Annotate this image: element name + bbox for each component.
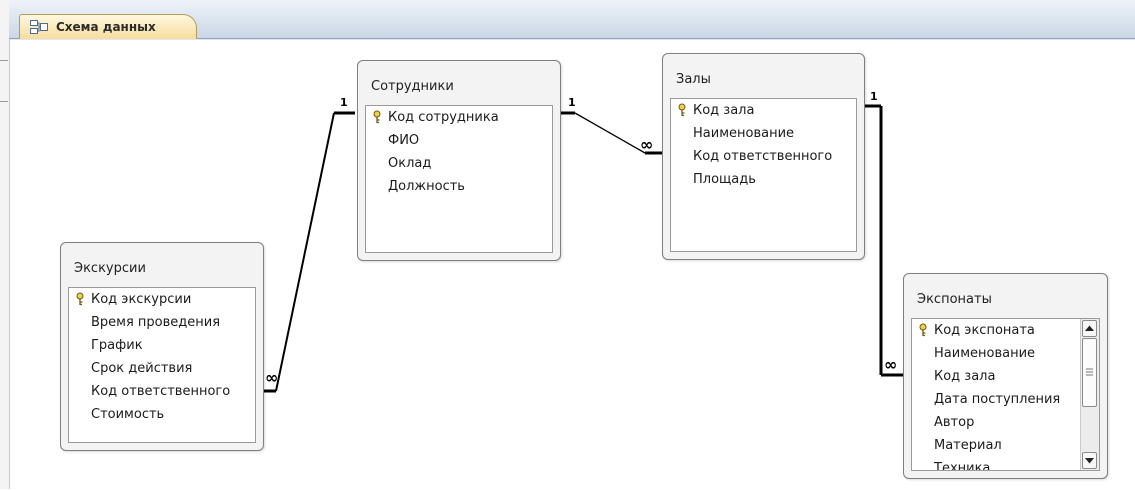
many-side-label: ∞: [640, 135, 653, 154]
tab-label: Схема данных: [56, 20, 156, 34]
field-item[interactable]: График: [91, 338, 255, 354]
field-item[interactable]: Оклад: [388, 156, 548, 172]
relationship-sotrudniki-ekskursii[interactable]: 1 ∞: [262, 96, 355, 393]
table-eksponaty[interactable]: Экспонаты Код экспоната Наименование Код…: [903, 273, 1108, 479]
table-title: Сотрудники: [371, 79, 454, 94]
panel-divider: [0, 60, 8, 61]
primary-key-icon: [373, 110, 381, 124]
field-item[interactable]: Стоимость: [91, 407, 255, 423]
field-item[interactable]: Материал: [934, 438, 1079, 454]
table-zaly[interactable]: Залы Код зала Наименование Код ответстве…: [662, 53, 865, 260]
one-side-label: 1: [870, 90, 878, 103]
field-item[interactable]: Наименование: [693, 126, 856, 142]
tab-relationships[interactable]: Схема данных: [19, 14, 197, 40]
field-item[interactable]: Код экскурсии: [91, 292, 255, 308]
field-item[interactable]: Код зала: [693, 103, 856, 119]
grip-icon: [1086, 368, 1093, 376]
field-item[interactable]: Код зала: [934, 369, 1079, 385]
field-item[interactable]: Наименование: [934, 346, 1079, 362]
vertical-scrollbar[interactable]: [1080, 319, 1099, 470]
field-item[interactable]: Код экспоната: [934, 323, 1079, 339]
one-side-label: 1: [568, 96, 576, 109]
scroll-up-button[interactable]: [1082, 320, 1097, 337]
document-tab-bar: Схема данных: [9, 0, 1135, 40]
relationship-sotrudniki-zaly[interactable]: 1 ∞: [560, 96, 662, 155]
field-item[interactable]: Автор: [934, 415, 1079, 431]
field-item[interactable]: Код ответственного: [693, 149, 856, 165]
field-list[interactable]: Код экспоната Наименование Код зала Дата…: [911, 318, 1100, 471]
scroll-thumb[interactable]: [1082, 338, 1097, 407]
field-item[interactable]: Срок действия: [91, 361, 255, 377]
field-list[interactable]: Код сотрудника ФИО Оклад Должность: [365, 105, 553, 253]
panel-divider: [0, 101, 8, 102]
field-list[interactable]: Код зала Наименование Код ответственного…: [670, 98, 857, 252]
table-title: Залы: [676, 72, 711, 87]
relationships-icon: [30, 20, 48, 34]
field-item[interactable]: Время проведения: [91, 315, 255, 331]
primary-key-icon: [919, 323, 927, 337]
field-list[interactable]: Код экскурсии Время проведения График Ср…: [68, 287, 256, 443]
relationships-canvas[interactable]: 1 ∞ 1 ∞ 1 ∞ Сотрудники Код сотрудника ФИ: [10, 39, 1135, 490]
field-item[interactable]: Код ответственного: [91, 384, 255, 400]
one-side-label: 1: [340, 96, 348, 109]
table-title: Экскурсии: [74, 261, 146, 276]
arrow-up-icon: [1085, 325, 1094, 331]
scroll-down-button[interactable]: [1082, 452, 1097, 469]
field-item[interactable]: Техника: [934, 461, 1079, 470]
table-title: Экспонаты: [917, 292, 992, 307]
arrow-down-icon: [1085, 458, 1094, 464]
field-item[interactable]: Должность: [388, 179, 548, 195]
many-side-label: ∞: [265, 368, 278, 387]
many-side-label: ∞: [884, 355, 897, 374]
field-item[interactable]: Код сотрудника: [388, 110, 548, 126]
primary-key-icon: [76, 292, 84, 306]
field-item[interactable]: ФИО: [388, 133, 548, 149]
relationship-zaly-eksponaty[interactable]: 1 ∞: [865, 90, 903, 377]
table-ekskursii[interactable]: Экскурсии Код экскурсии Время проведения…: [60, 242, 264, 451]
table-sotrudniki[interactable]: Сотрудники Код сотрудника ФИО Оклад Долж…: [357, 60, 561, 261]
primary-key-icon: [678, 103, 686, 117]
field-item[interactable]: Площадь: [693, 172, 856, 188]
left-panel-edge: [0, 0, 10, 489]
field-item[interactable]: Дата поступления: [934, 392, 1079, 408]
